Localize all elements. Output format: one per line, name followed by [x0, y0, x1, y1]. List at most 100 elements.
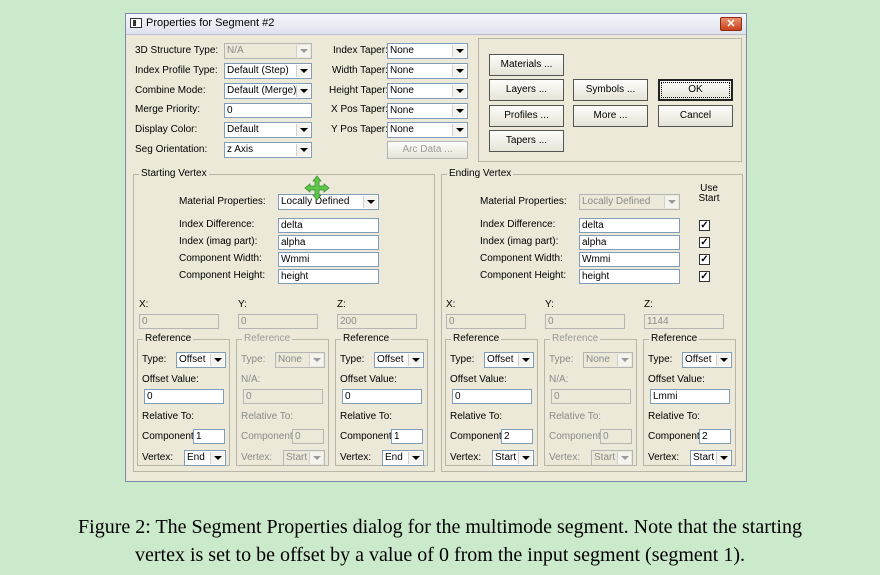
start-reference-z: Reference Type: Offset Offset Value: 0 R… — [335, 333, 428, 466]
layers-button[interactable]: Layers ... — [489, 79, 564, 101]
type-select[interactable]: Offset — [374, 352, 424, 368]
use-start-label: Use Start — [698, 183, 720, 204]
component-input[interactable]: 2 — [699, 429, 731, 444]
chevron-down-icon — [296, 124, 310, 136]
height-taper-select[interactable]: None — [387, 83, 468, 99]
vertex-label: Vertex: — [450, 452, 482, 463]
chevron-down-icon — [518, 354, 532, 366]
end-width-input[interactable]: Wmmi — [579, 252, 680, 267]
chevron-down-icon — [309, 452, 323, 464]
start-z-input[interactable]: 200 — [337, 314, 417, 329]
end-height-input[interactable]: height — [579, 269, 680, 284]
index-profile-select[interactable]: Default (Step) — [224, 63, 312, 79]
start-y-input[interactable]: 0 — [238, 314, 318, 329]
end-z-input[interactable]: 1144 — [644, 314, 724, 329]
end-index-imag-input[interactable]: alpha — [579, 235, 680, 250]
ok-button[interactable]: OK — [658, 79, 733, 101]
offset-value-input: 0 — [551, 389, 631, 404]
offset-value-input[interactable]: 0 — [144, 389, 224, 404]
chevron-down-icon — [363, 196, 377, 208]
start-index-diff-input[interactable]: delta — [278, 218, 379, 233]
vertex-select[interactable]: Start — [492, 450, 534, 466]
type-label: Type: — [450, 354, 475, 365]
arc-data-button: Arc Data ... — [387, 141, 468, 159]
end-x-input[interactable]: 0 — [446, 314, 526, 329]
start-reference-x: Reference Type: Offset Offset Value: 0 R… — [137, 333, 230, 466]
end-height-label: Component Height: — [480, 270, 567, 281]
start-z-label: Z: — [337, 299, 346, 310]
merge-priority-input[interactable]: 0 — [224, 103, 312, 118]
type-select[interactable]: Offset — [682, 352, 732, 368]
offset-value-input[interactable]: Lmmi — [650, 389, 730, 404]
figure-caption: Figure 2: The Segment Properties dialog … — [0, 513, 880, 569]
tapers-button[interactable]: Tapers ... — [489, 130, 564, 152]
start-material-label: Material Properties: — [179, 196, 266, 207]
ending-vertex-group: Ending Vertex Use Start Material Propert… — [441, 168, 743, 472]
type-label: Type: — [549, 354, 574, 365]
type-label: Type: — [340, 354, 365, 365]
component-input[interactable]: 1 — [391, 429, 423, 444]
relative-to-label: Relative To: — [549, 411, 602, 422]
type-select[interactable]: Offset — [484, 352, 534, 368]
cancel-button[interactable]: Cancel — [658, 105, 733, 127]
type-label: Type: — [241, 354, 266, 365]
type-select: None — [275, 352, 325, 368]
end-reference-y: Reference Type: None N/A: 0 Relative To:… — [544, 333, 637, 466]
combine-mode-select[interactable]: Default (Merge) — [224, 83, 312, 99]
reference-title: Reference — [550, 333, 601, 345]
end-material-label: Material Properties: — [480, 196, 567, 207]
combine-mode-label: Combine Mode: — [135, 85, 206, 96]
starting-vertex-group: Starting Vertex Material Properties: Loc… — [133, 168, 435, 472]
chevron-down-icon — [617, 354, 631, 366]
chevron-down-icon — [452, 65, 466, 77]
chevron-down-icon — [296, 65, 310, 77]
window-icon — [130, 18, 142, 28]
reference-title: Reference — [451, 333, 502, 345]
chevron-down-icon — [452, 124, 466, 136]
index-profile-label: Index Profile Type: — [135, 65, 218, 76]
start-height-input[interactable]: height — [278, 269, 379, 284]
end-index-diff-input[interactable]: delta — [579, 218, 680, 233]
ypos-taper-select[interactable]: None — [387, 122, 468, 138]
vertex-label: Vertex: — [142, 452, 174, 463]
profiles-button[interactable]: Profiles ... — [489, 105, 564, 127]
xpos-taper-select[interactable]: None — [387, 103, 468, 119]
start-width-input[interactable]: Wmmi — [278, 252, 379, 267]
component-input[interactable]: 2 — [501, 429, 533, 444]
vertex-select[interactable]: Start — [690, 450, 732, 466]
index-taper-select[interactable]: None — [387, 43, 468, 59]
use-start-index-diff-checkbox[interactable]: ✓ — [699, 220, 710, 231]
component-label: Component: — [450, 431, 505, 442]
offset-value-input[interactable]: 0 — [452, 389, 532, 404]
vertex-select[interactable]: End — [184, 450, 226, 466]
chevron-down-icon — [452, 45, 466, 57]
start-width-label: Component Width: — [179, 253, 262, 264]
xpos-taper-label: X Pos Taper: — [331, 104, 389, 115]
properties-dialog: Properties for Segment #2 ✕ 3D Structure… — [125, 13, 747, 482]
use-start-width-checkbox[interactable]: ✓ — [699, 254, 710, 265]
vertex-select[interactable]: End — [382, 450, 424, 466]
display-color-label: Display Color: — [135, 124, 198, 135]
start-height-label: Component Height: — [179, 270, 266, 281]
seg-orientation-select[interactable]: z Axis — [224, 142, 312, 158]
close-button[interactable]: ✕ — [720, 17, 742, 31]
end-y-input[interactable]: 0 — [545, 314, 625, 329]
title-bar[interactable]: Properties for Segment #2 ✕ — [126, 14, 746, 35]
component-label: Component: — [340, 431, 395, 442]
offset-value-input[interactable]: 0 — [342, 389, 422, 404]
materials-button[interactable]: Materials ... — [489, 54, 564, 76]
use-start-height-checkbox[interactable]: ✓ — [699, 271, 710, 282]
start-x-input[interactable]: 0 — [139, 314, 219, 329]
symbols-button[interactable]: Symbols ... — [573, 79, 648, 101]
use-start-index-imag-checkbox[interactable]: ✓ — [699, 237, 710, 248]
type-select[interactable]: Offset — [176, 352, 226, 368]
more-button[interactable]: More ... — [573, 105, 648, 127]
type-label: Type: — [142, 354, 167, 365]
display-color-select[interactable]: Default — [224, 122, 312, 138]
relative-to-label: Relative To: — [648, 411, 701, 422]
chevron-down-icon — [296, 85, 310, 97]
chevron-down-icon — [518, 452, 532, 464]
width-taper-select[interactable]: None — [387, 63, 468, 79]
component-input[interactable]: 1 — [193, 429, 225, 444]
start-index-imag-input[interactable]: alpha — [278, 235, 379, 250]
